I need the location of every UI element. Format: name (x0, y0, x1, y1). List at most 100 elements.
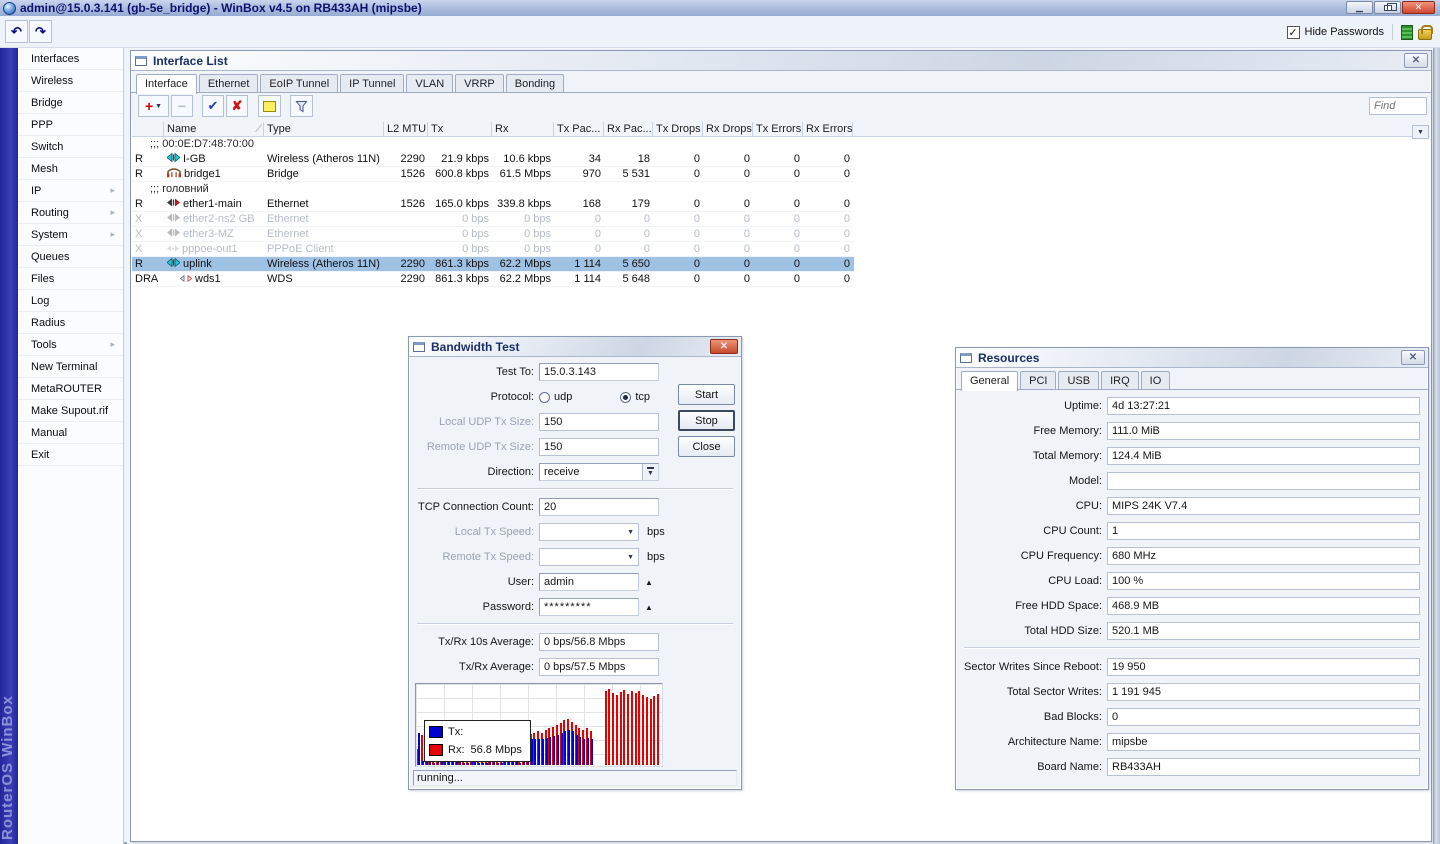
table-row-ether1-main[interactable]: Rether1-mainEthernet1526165.0 kbps339.8 … (132, 197, 854, 212)
start-button[interactable]: Start (678, 384, 735, 405)
disable-button[interactable]: ✘ (226, 95, 248, 117)
column-header-tx-drops[interactable]: Tx Drops (653, 122, 703, 136)
dropdown-icon[interactable]: ▼ (627, 529, 634, 536)
column-header-name[interactable]: Name∕ (164, 122, 264, 136)
bandwidth-test-titlebar[interactable]: Bandwidth Test ✕ (409, 337, 741, 357)
resources-close-button[interactable]: ✕ (1401, 350, 1425, 365)
sidebar-item-new-terminal[interactable]: New Terminal (18, 356, 123, 378)
column-header-rx-errors[interactable]: Rx Errors (803, 122, 853, 136)
sidebar-item-ip[interactable]: IP▸ (18, 180, 123, 202)
sidebar-item-exit[interactable]: Exit (18, 444, 123, 466)
rx-legend-swatch (429, 744, 443, 756)
table-row-wds1[interactable]: DRAwds1WDS2290861.3 kbps62.2 Mbps1 1145 … (132, 272, 854, 287)
filter-button[interactable] (290, 95, 313, 117)
comment-button[interactable] (258, 95, 281, 117)
local-udp-size-input[interactable]: 150 (539, 413, 659, 431)
column-header-type[interactable]: Type (264, 122, 384, 136)
resources-tab-pci[interactable]: PCI (1020, 371, 1056, 390)
user-label: User: (415, 576, 539, 588)
interface-list-tab-vrrp[interactable]: VRRP (455, 74, 504, 93)
sidebar-item-wireless[interactable]: Wireless (18, 70, 123, 92)
column-header-tx-pac[interactable]: Tx Pac... (554, 122, 604, 136)
sidebar-item-switch[interactable]: Switch (18, 136, 123, 158)
user-input[interactable]: admin (539, 573, 639, 591)
resource-field-uptime: Uptime:4d 13:27:21 (962, 397, 1422, 415)
column-header-rx-drops[interactable]: Rx Drops (703, 122, 753, 136)
column-header-tx-errors[interactable]: Tx Errors (753, 122, 803, 136)
sidebar-item-tools[interactable]: Tools▸ (18, 334, 123, 356)
table-row-i-gb[interactable]: RI-GBWireless (Atheros 11N)229021.9 kbps… (132, 152, 854, 167)
table-comment-row[interactable]: ;;; головний (132, 182, 854, 197)
stop-button[interactable]: Stop (678, 410, 735, 431)
protocol-udp-radio[interactable] (539, 392, 550, 403)
find-input[interactable] (1369, 97, 1427, 115)
tcp-connection-count-input[interactable]: 20 (539, 498, 659, 516)
add-interface-button[interactable]: + ▼ (138, 95, 169, 117)
combo-dropdown-icon[interactable]: ▼ (642, 464, 658, 480)
arrow-up-icon[interactable]: ▲ (645, 603, 653, 612)
resources-fields: Uptime:4d 13:27:21Free Memory:111.0 MiBT… (956, 390, 1428, 776)
interface-list-tab-eoip-tunnel[interactable]: EoIP Tunnel (260, 74, 338, 93)
table-row-uplink[interactable]: RuplinkWireless (Atheros 11N)2290861.3 k… (132, 257, 854, 272)
close-button[interactable]: ✕ (1402, 1, 1435, 14)
interface-list-tab-interface[interactable]: Interface (136, 74, 197, 94)
local-tx-speed-input[interactable]: ▼ (539, 523, 639, 541)
interface-list-tab-ip-tunnel[interactable]: IP Tunnel (340, 74, 404, 93)
table-row-ether3-mz[interactable]: Xether3-MZEthernet0 bps0 bps000000 (132, 227, 854, 242)
resources-titlebar[interactable]: Resources ✕ (956, 348, 1428, 368)
column-select-dropdown[interactable]: ▼ (1412, 125, 1429, 139)
undo-button[interactable]: ↶ (5, 20, 28, 43)
sidebar-item-ppp[interactable]: PPP (18, 114, 123, 136)
table-row-bridge1[interactable]: Rbridge1Bridge1526600.8 kbps61.5 Mbps970… (132, 167, 854, 182)
sidebar-item-mesh[interactable]: Mesh (18, 158, 123, 180)
column-header-l2-mtu[interactable]: L2 MTU (384, 122, 428, 136)
sidebar-item-routing[interactable]: Routing▸ (18, 202, 123, 224)
table-row-pppoe-out1[interactable]: Xpppoe-out1PPPoE Client0 bps0 bps000000 (132, 242, 854, 257)
remove-interface-button[interactable]: − (171, 95, 193, 117)
rx-bar (635, 693, 637, 765)
tx-bar (493, 762, 495, 765)
sidebar-item-interfaces[interactable]: Interfaces (18, 48, 123, 70)
redo-button[interactable]: ↷ (29, 20, 52, 43)
interface-list-tab-vlan[interactable]: VLAN (406, 74, 453, 93)
password-input[interactable]: ********* (539, 598, 639, 616)
column-header-rx[interactable]: Rx (492, 122, 554, 136)
interface-list-titlebar[interactable]: Interface List ✕ (131, 51, 1431, 71)
remote-tx-speed-input[interactable]: ▼ (539, 548, 639, 566)
interface-list-tab-ethernet[interactable]: Ethernet (199, 74, 259, 93)
direction-select[interactable]: receive ▼ (539, 463, 659, 481)
sidebar-item-files[interactable]: Files (18, 268, 123, 290)
column-header-rx-pac[interactable]: Rx Pac... (604, 122, 653, 136)
sidebar-item-radius[interactable]: Radius (18, 312, 123, 334)
sidebar-item-manual[interactable]: Manual (18, 422, 123, 444)
hide-passwords-checkbox[interactable]: ✓ (1287, 26, 1300, 39)
dropdown-icon[interactable]: ▼ (627, 554, 634, 561)
sidebar-item-log[interactable]: Log (18, 290, 123, 312)
column-header-flags[interactable] (132, 122, 164, 136)
sidebar-item-metarouter[interactable]: MetaROUTER (18, 378, 123, 400)
resources-tab-general[interactable]: General (961, 371, 1018, 391)
cell: X (132, 212, 164, 227)
protocol-tcp-radio[interactable] (620, 392, 631, 403)
sidebar-item-make-supout-rif[interactable]: Make Supout.rif (18, 400, 123, 422)
sidebar-item-bridge[interactable]: Bridge (18, 92, 123, 114)
resources-tab-irq[interactable]: IRQ (1101, 371, 1139, 390)
minimize-button[interactable]: ▁ (1346, 1, 1373, 14)
column-header-tx[interactable]: Tx (428, 122, 492, 136)
sidebar-item-system[interactable]: System▸ (18, 224, 123, 246)
interface-list-tab-bonding[interactable]: Bonding (506, 74, 564, 93)
arrow-up-icon[interactable]: ▲ (645, 578, 653, 587)
close-dialog-button[interactable]: Close (678, 436, 735, 457)
enable-button[interactable]: ✔ (202, 95, 224, 117)
sidebar-item-queues[interactable]: Queues (18, 246, 123, 268)
test-to-input[interactable]: 15.0.3.143 (539, 363, 659, 381)
resources-tab-io[interactable]: IO (1141, 371, 1171, 390)
bandwidth-test-close-button[interactable]: ✕ (710, 339, 738, 354)
remote-udp-size-input[interactable]: 150 (539, 438, 659, 456)
cell: 0 (803, 242, 853, 257)
resources-tab-usb[interactable]: USB (1058, 371, 1099, 390)
table-row-ether2-ns2-gb[interactable]: Xether2-ns2 GBEthernet0 bps0 bps000000 (132, 212, 854, 227)
table-comment-row[interactable]: ;;; 00:0E:D7:48:70:00 (132, 137, 854, 152)
restore-button[interactable] (1374, 1, 1401, 14)
interface-list-close-button[interactable]: ✕ (1404, 53, 1428, 68)
